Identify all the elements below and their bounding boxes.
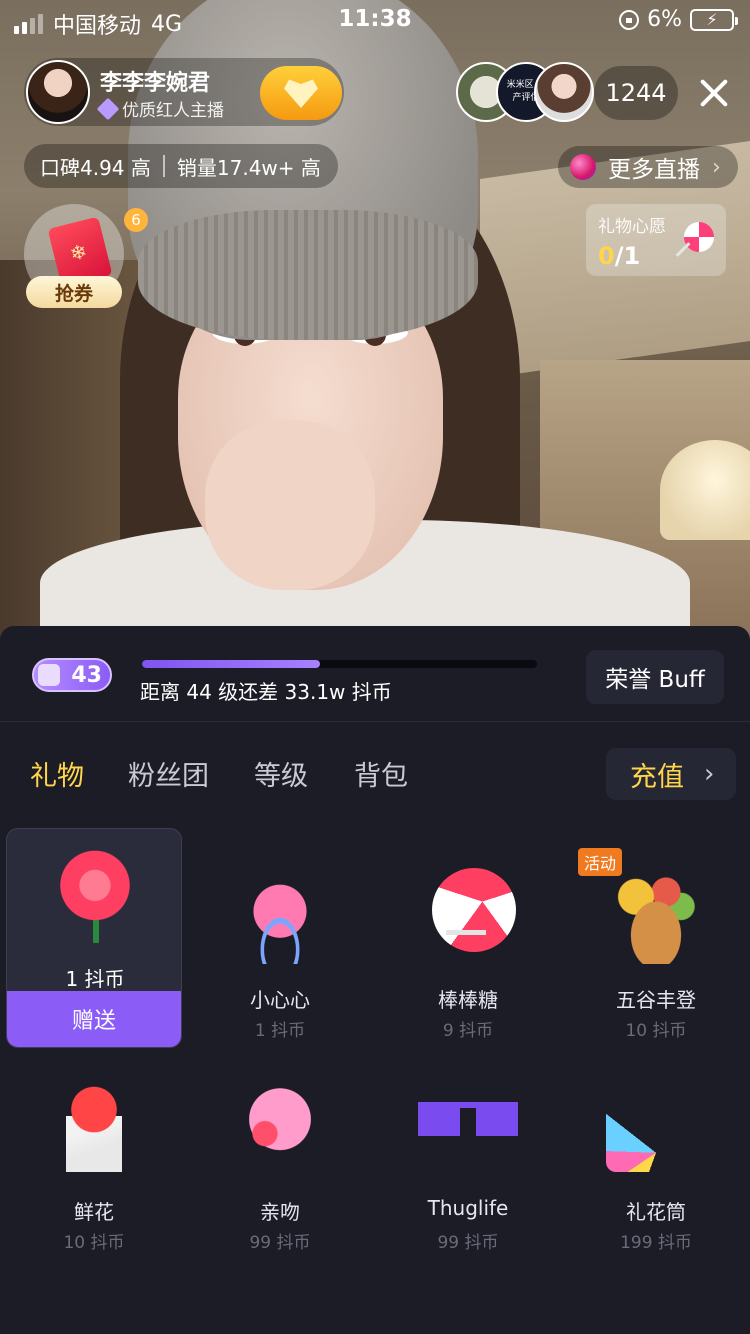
gift-name: 棒棒糖	[438, 988, 498, 1012]
chevron-right-icon: ›	[704, 759, 715, 789]
tab-backpack[interactable]: 背包	[354, 754, 408, 793]
tab-level[interactable]: 等级	[254, 754, 308, 793]
level-progress-track	[142, 660, 537, 668]
gift-item-harvest[interactable]: 活动 五谷丰登 10 抖币	[568, 828, 744, 1048]
gift-wish-progress: 0/1	[598, 242, 640, 270]
gift-item-party-popper[interactable]: 礼花筒 199 抖币	[568, 1074, 744, 1294]
gift-price: 1 抖币	[254, 1021, 306, 1041]
send-gift-button[interactable]: 赠送	[7, 991, 181, 1047]
kiss-heart-icon	[230, 1076, 330, 1172]
gift-item-rose[interactable]: 1 抖币 赠送	[6, 828, 182, 1048]
gift-name: 小心心	[250, 988, 310, 1012]
gift-price: 1 抖币	[65, 967, 125, 991]
chevron-right-icon: ›	[712, 154, 721, 180]
gift-item-flowers[interactable]: 鲜花 10 抖币	[6, 1074, 182, 1294]
rose-icon	[45, 847, 145, 943]
gift-price: 99 抖币	[437, 1233, 499, 1253]
divider	[162, 155, 165, 177]
level-progress-fill	[142, 660, 320, 668]
party-popper-icon	[606, 1076, 706, 1172]
heart-shield-icon	[284, 79, 318, 108]
gift-name: Thuglife	[427, 1196, 509, 1220]
gift-wish-total: /1	[614, 242, 641, 270]
more-live-button[interactable]: 更多直播 ›	[558, 146, 738, 188]
more-live-label: 更多直播	[608, 157, 700, 183]
fan-club-button[interactable]	[260, 66, 342, 120]
host-subtitle: 优质红人主播	[122, 101, 224, 121]
gift-wish-title: 礼物心愿	[598, 217, 666, 237]
gift-price: 10 抖币	[625, 1021, 687, 1041]
level-number: 43	[71, 662, 102, 688]
user-level-bar: 43 距离 44 级还差 33.1w 抖币 荣誉 Buff	[0, 626, 750, 722]
gift-name: 五谷丰登	[616, 988, 696, 1012]
tab-fan-club[interactable]: 粉丝团	[128, 754, 209, 793]
coupon-widget[interactable]: 6 抢券	[24, 204, 148, 308]
heart-icon	[230, 868, 330, 964]
recharge-button[interactable]: 充值 ›	[606, 748, 736, 800]
harvest-basket-icon	[606, 868, 706, 964]
recharge-label: 充值	[630, 761, 684, 793]
gift-item-thuglife[interactable]: Thuglife 99 抖币	[380, 1074, 556, 1294]
live-cube-icon	[570, 154, 596, 180]
gift-name: 亲吻	[260, 1200, 300, 1224]
coupon-count-badge: 6	[124, 208, 148, 232]
battery-percent: 6%	[647, 7, 682, 32]
lollipop-icon	[684, 222, 714, 252]
level-progress-text: 距离 44 级还差 33.1w 抖币	[140, 680, 392, 704]
gift-price: 10 抖币	[63, 1233, 125, 1253]
tab-gifts[interactable]: 礼物	[30, 754, 84, 793]
top-viewers[interactable]: 米米区 资产评估	[456, 62, 594, 122]
gift-item-heart[interactable]: 小心心 1 抖币	[192, 828, 368, 1048]
level-badge[interactable]: 43	[32, 658, 112, 692]
gift-item-lollipop[interactable]: 棒棒糖 9 抖币	[380, 828, 556, 1048]
battery-charging-icon: ⚡	[690, 8, 738, 31]
rotation-lock-icon	[619, 9, 640, 30]
lollipop-icon	[432, 868, 516, 952]
gift-name: 鲜花	[74, 1200, 114, 1224]
reputation-score: 口碑4.94 高	[40, 155, 151, 180]
diamond-icon	[96, 97, 120, 120]
store-stats[interactable]: 口碑4.94 高 销量17.4w+ 高	[24, 144, 338, 188]
bouquet-icon	[44, 1076, 144, 1172]
gift-wish-card[interactable]: 礼物心愿 0/1	[586, 204, 726, 276]
status-bar: 中国移动 4G 11:38 6% ⚡	[0, 0, 750, 42]
gift-price: 99 抖币	[249, 1233, 311, 1253]
pixel-sunglasses-icon	[418, 1076, 518, 1172]
grab-coupon-label[interactable]: 抢券	[26, 276, 122, 308]
gift-item-kiss[interactable]: 亲吻 99 抖币	[192, 1074, 368, 1294]
viewer-count[interactable]: 1244	[594, 66, 678, 120]
streamer-hand	[205, 420, 375, 590]
streamer-beanie-band	[138, 210, 478, 340]
gift-panel: 43 距离 44 级还差 33.1w 抖币 荣誉 Buff 礼物 粉丝团 等级 …	[0, 626, 750, 1334]
sales-volume: 销量17.4w+ 高	[176, 155, 321, 180]
host-name: 李李李婉君	[100, 71, 211, 96]
gift-price: 199 抖币	[620, 1233, 692, 1253]
honor-buff-button[interactable]: 荣誉 Buff	[586, 650, 724, 704]
viewer-avatar[interactable]	[534, 62, 594, 122]
gift-price: 9 抖币	[442, 1021, 494, 1041]
gift-name: 礼花筒	[626, 1200, 686, 1224]
host-avatar[interactable]	[26, 60, 90, 124]
level-gem-icon	[38, 664, 60, 686]
gift-wish-current: 0	[598, 242, 615, 270]
close-icon[interactable]	[692, 68, 736, 118]
